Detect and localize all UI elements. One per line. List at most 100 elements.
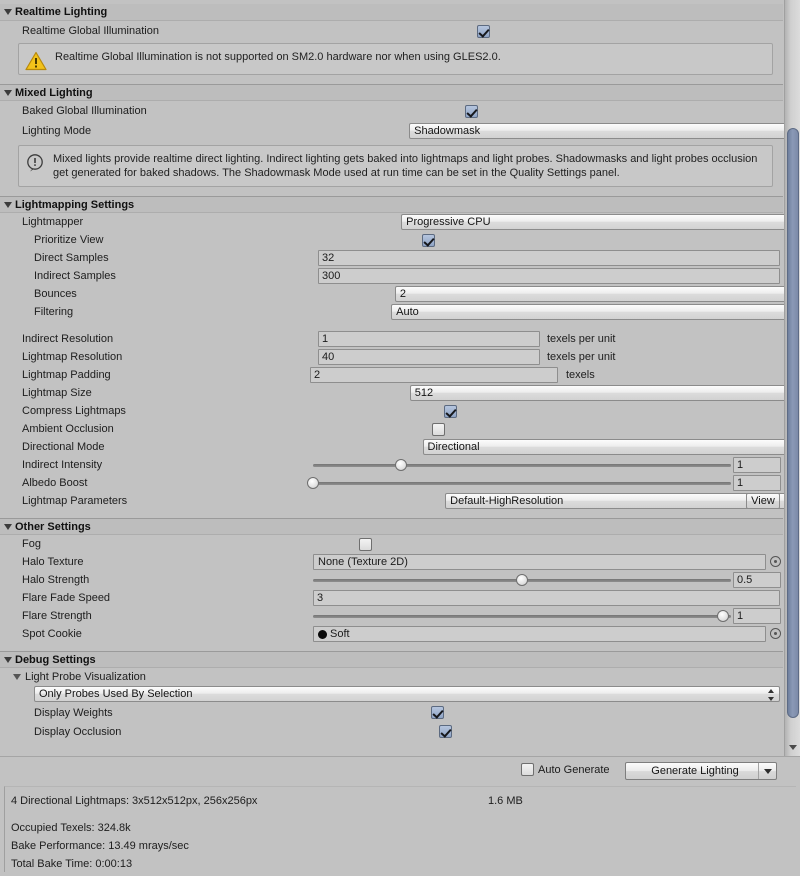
row-fog: Fog [0, 535, 783, 553]
indirect-intensity-slider[interactable] [313, 457, 731, 473]
albedo-boost-value[interactable]: 1 [733, 475, 781, 491]
dropdown-value: Only Probes Used By Selection [39, 688, 193, 700]
albedo-boost-slider[interactable] [307, 475, 731, 491]
section-title: Realtime Lighting [15, 6, 108, 18]
scroll-down-button[interactable] [787, 741, 799, 754]
indirect-resolution-unit: texels per unit [547, 333, 616, 345]
row-lightmap-resolution: Lightmap Resolution 40 texels per unit [0, 348, 783, 366]
vertical-scrollbar[interactable] [784, 0, 800, 756]
row-light-probe-visualization[interactable]: Light Probe Visualization [0, 668, 783, 685]
row-label: Lightmap Padding [22, 369, 111, 381]
section-header-other-settings[interactable]: Other Settings [0, 518, 783, 535]
row-label: Flare Fade Speed [22, 592, 111, 604]
object-field-value: Soft [330, 628, 350, 640]
section-header-debug-settings[interactable]: Debug Settings [0, 651, 783, 668]
section-header-mixed-lighting[interactable]: Mixed Lighting [0, 84, 783, 101]
row-label: Lightmap Parameters [22, 495, 128, 507]
foldout-triangle-icon [13, 673, 21, 680]
lightmap-size-dropdown[interactable]: 512 [409, 385, 800, 401]
updown-arrows-icon [768, 689, 775, 701]
dropdown-value: Default-HighResolution [450, 495, 564, 507]
flare-strength-slider[interactable] [313, 608, 731, 624]
lightmaps-text: 4 Directional Lightmaps: 3x512x512px, 25… [11, 795, 258, 807]
generate-lighting-dropdown-arrow[interactable] [758, 763, 776, 779]
object-picker-icon[interactable] [770, 628, 781, 639]
dropdown-value: 512 [414, 387, 434, 399]
row-label: Halo Strength [22, 574, 90, 586]
lightmap-padding-unit: texels [566, 369, 595, 381]
baked-gi-checkbox[interactable] [464, 104, 478, 118]
row-label: Lightmapper [22, 216, 84, 228]
light-probe-visualization-foldout[interactable]: Light Probe Visualization [0, 671, 146, 683]
slider-thumb[interactable] [516, 574, 528, 586]
row-flare-fade-speed: Flare Fade Speed 3 [0, 589, 783, 607]
filtering-dropdown[interactable]: Auto [391, 304, 800, 320]
display-weights-checkbox[interactable] [430, 706, 444, 719]
bounces-dropdown[interactable]: 2 [394, 286, 800, 302]
lighting-statistics: 4 Directional Lightmaps: 3x512x512px, 25… [4, 786, 796, 872]
settings-scroll-area[interactable]: Realtime Lighting Realtime Global Illumi… [0, 0, 800, 756]
row-directional-mode: Directional Mode Directional [0, 438, 800, 456]
bottom-action-bar: Auto Generate Generate Lighting [0, 756, 800, 783]
indirect-resolution-input[interactable]: 1 [318, 331, 540, 347]
lighting-mode-dropdown[interactable]: Shadowmask [409, 122, 800, 139]
display-occlusion-checkbox[interactable] [439, 725, 453, 738]
slider-track [313, 464, 731, 467]
lightmap-padding-input[interactable]: 2 [310, 367, 558, 383]
row-halo-strength: Halo Strength 0.5 [0, 571, 783, 589]
row-label: Flare Strength [22, 610, 92, 622]
row-label: Indirect Intensity [22, 459, 103, 471]
row-label: Baked Global Illumination [22, 105, 147, 117]
dropdown-value: 2 [399, 288, 406, 300]
section-header-realtime-lighting[interactable]: Realtime Lighting [0, 4, 783, 21]
row-label: Halo Texture [22, 556, 84, 568]
warning-icon [25, 51, 47, 71]
halo-strength-value[interactable]: 0.5 [733, 572, 781, 588]
helpbox-message: Mixed lights provide realtime direct lig… [53, 153, 758, 179]
slider-thumb[interactable] [394, 459, 407, 471]
row-label: Compress Lightmaps [22, 405, 126, 417]
slider-thumb[interactable] [307, 477, 319, 489]
indirect-samples-input[interactable]: 300 [318, 268, 780, 284]
lightmapper-dropdown[interactable]: Progressive CPU [401, 214, 800, 230]
auto-generate-checkbox[interactable] [521, 763, 534, 776]
section-header-lightmapping-settings[interactable]: Lightmapping Settings [0, 196, 783, 213]
row-prioritize-view: Prioritize View [0, 231, 783, 249]
directional-mode-dropdown[interactable]: Directional [422, 439, 800, 455]
row-flare-strength: Flare Strength 1 [0, 607, 783, 625]
spot-cookie-object-field[interactable]: Soft [313, 626, 766, 642]
flare-strength-value[interactable]: 1 [733, 608, 781, 624]
ambient-occlusion-checkbox[interactable] [431, 422, 445, 436]
fog-checkbox[interactable] [358, 537, 372, 551]
realtime-gi-checkbox[interactable] [476, 24, 490, 38]
row-label: Ambient Occlusion [22, 423, 114, 435]
row-lighting-mode: Lighting Mode Shadowmask [0, 121, 800, 140]
lightmap-resolution-input[interactable]: 40 [318, 349, 540, 365]
row-label: Albedo Boost [22, 477, 88, 489]
auto-generate-control[interactable]: Auto Generate [521, 763, 610, 776]
indirect-intensity-value[interactable]: 1 [733, 457, 781, 473]
row-display-weights: Display Weights [0, 703, 783, 722]
row-display-occlusion: Display Occlusion [0, 722, 783, 741]
scrollbar-thumb[interactable] [787, 128, 799, 718]
row-label: Lightmap Size [22, 387, 92, 399]
stat-line-total-bake-time: Total Bake Time: 0:00:13 [11, 858, 133, 870]
lightmap-parameters-view-button[interactable]: View [746, 493, 780, 509]
prioritize-view-checkbox[interactable] [421, 233, 435, 247]
slider-thumb[interactable] [716, 610, 729, 622]
direct-samples-input[interactable]: 32 [318, 250, 780, 266]
texture-preview-icon [318, 629, 327, 639]
row-label: Bounces [34, 288, 77, 300]
dropdown-value: Shadowmask [414, 124, 481, 137]
compress-lightmaps-checkbox[interactable] [443, 404, 457, 418]
object-picker-icon[interactable] [770, 556, 781, 567]
section-title: Debug Settings [15, 653, 96, 666]
generate-lighting-button[interactable]: Generate Lighting [625, 762, 777, 780]
helpbox-message: Realtime Global Illumination is not supp… [55, 51, 501, 63]
flare-fade-speed-input[interactable]: 3 [313, 590, 780, 606]
stats-spacer [11, 810, 790, 819]
halo-texture-object-field[interactable]: None (Texture 2D) [313, 554, 766, 570]
light-probe-visualization-dropdown[interactable]: Only Probes Used By Selection [34, 686, 780, 702]
halo-strength-slider[interactable] [313, 572, 731, 588]
row-label: Display Weights [34, 706, 113, 719]
